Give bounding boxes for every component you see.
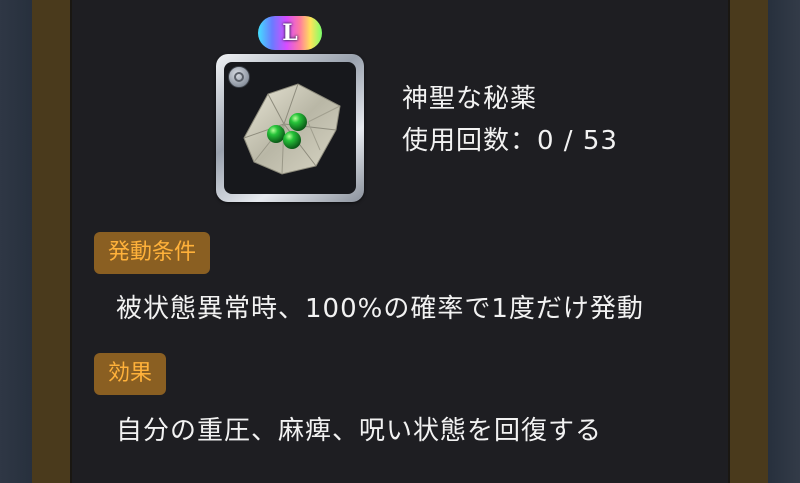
item-icon-frame[interactable] <box>216 54 364 202</box>
item-name: 神聖な秘薬 <box>402 84 538 114</box>
trigger-condition-badge: 発動条件 <box>94 232 211 274</box>
background-right <box>768 0 800 483</box>
trigger-condition-text: 被状態異常時、100%の確率で1度だけ発動 <box>116 294 644 324</box>
green-pills-icon <box>243 83 341 175</box>
rarity-label: L <box>282 20 298 46</box>
effect-badge: 効果 <box>94 353 167 395</box>
effect-text: 自分の重圧、麻痺、呪い状態を回復する <box>116 416 603 446</box>
item-icon-slot <box>224 62 356 194</box>
background-left <box>0 0 32 483</box>
rarity-badge: L <box>258 16 322 50</box>
item-uses-count: 使用回数：0 / 53 <box>402 126 618 156</box>
